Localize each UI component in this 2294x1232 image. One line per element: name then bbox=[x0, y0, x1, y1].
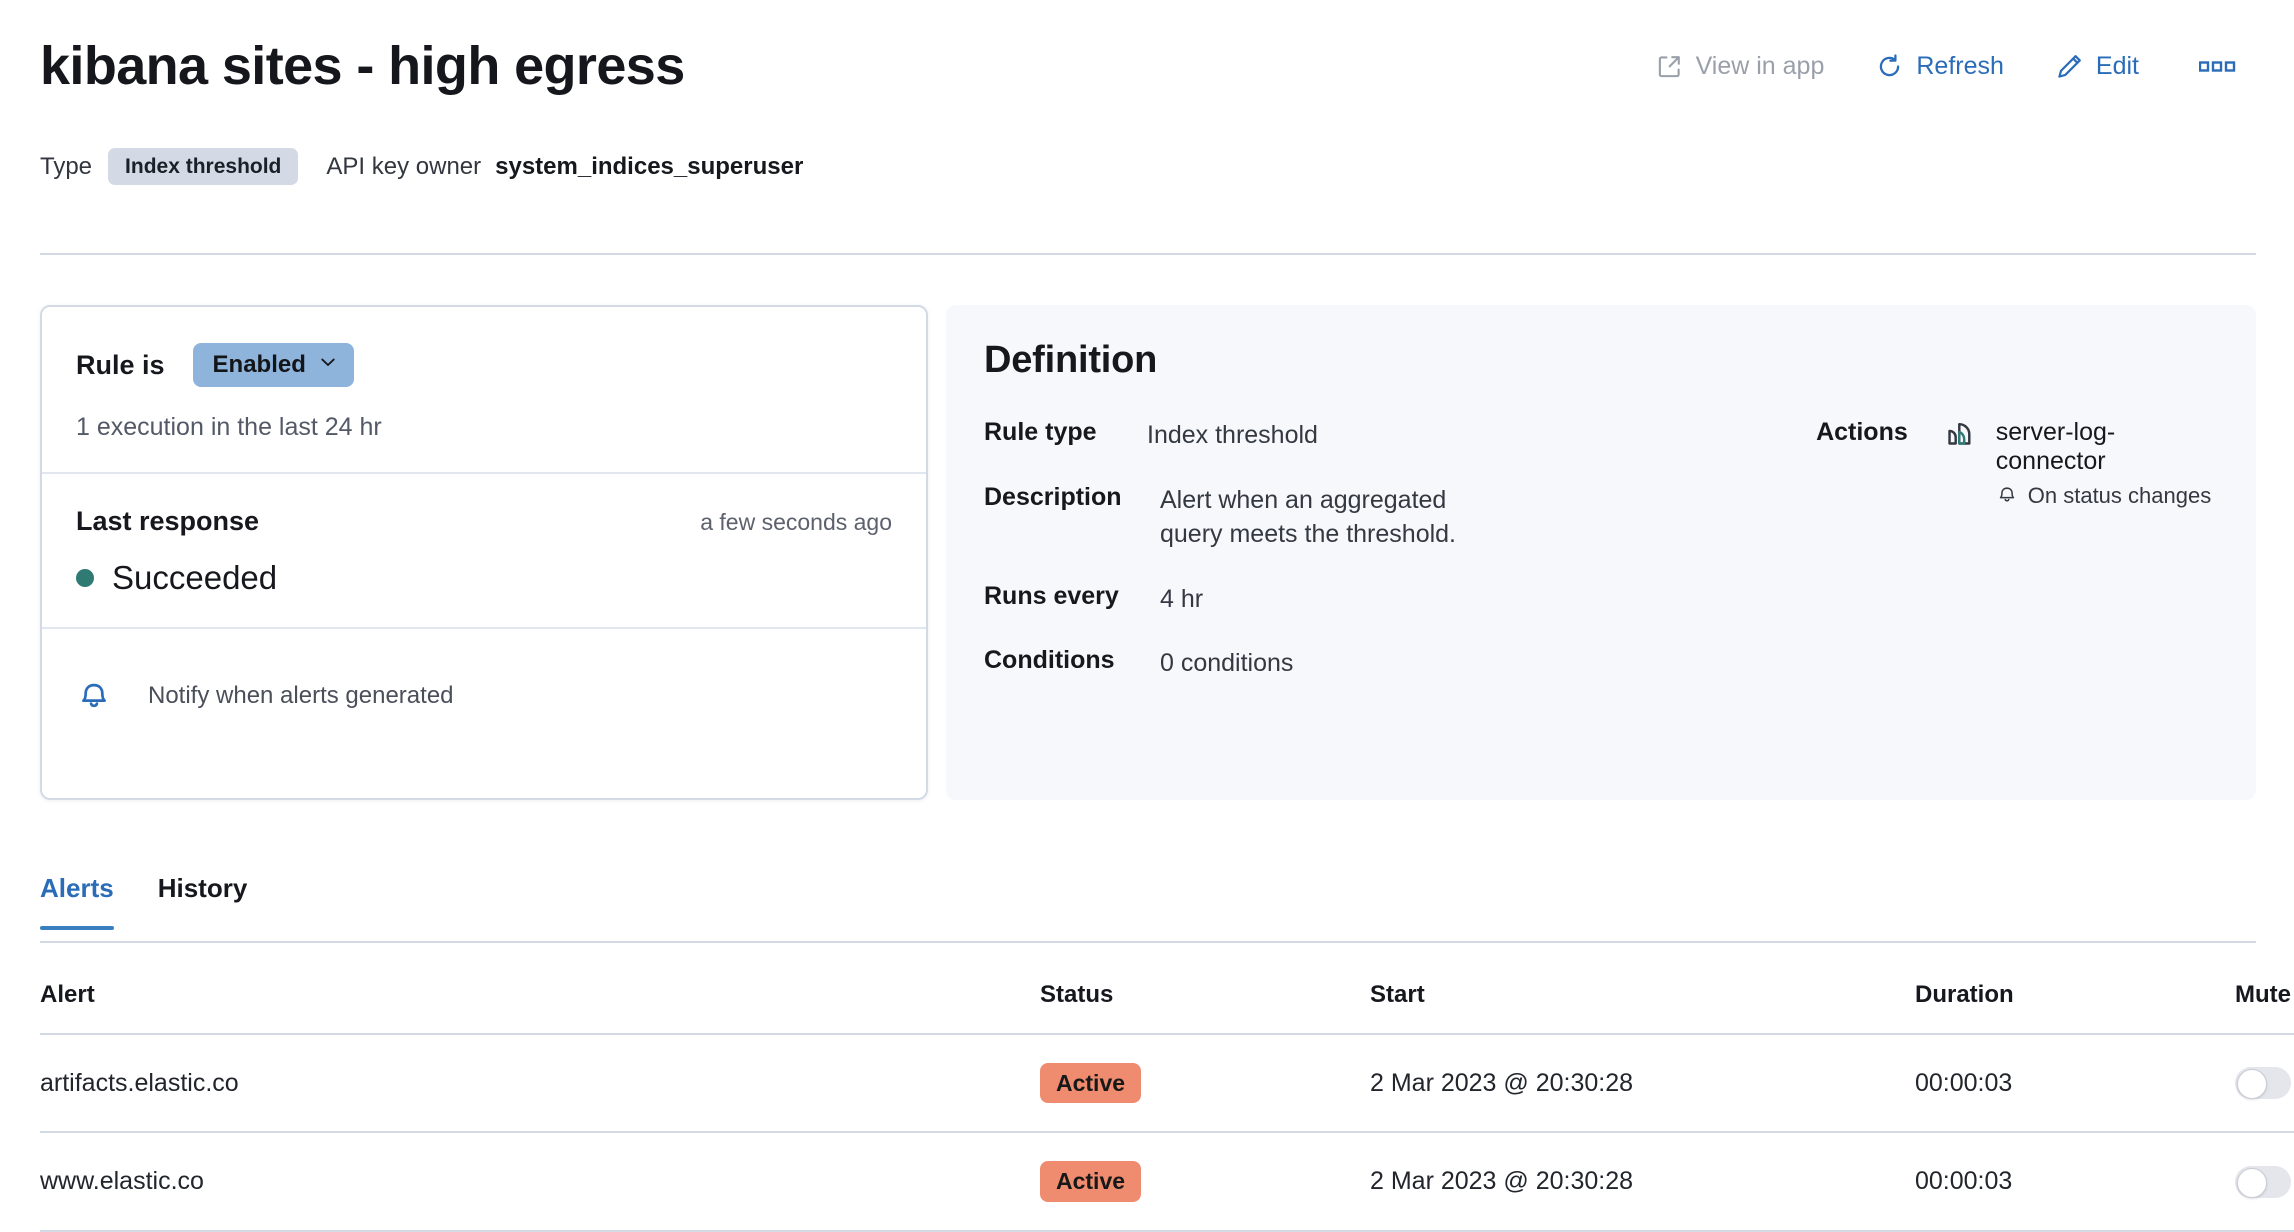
refresh-label: Refresh bbox=[1916, 52, 2004, 81]
status-badge: Active bbox=[1040, 1161, 1141, 1201]
last-response-section: Last response a few seconds ago Succeede… bbox=[42, 474, 926, 629]
definition-rows: Rule type Index threshold Description Al… bbox=[984, 418, 1780, 681]
rule-status-panel: Rule is Enabled 1 execution in the last … bbox=[40, 305, 928, 800]
definition-value: 4 hr bbox=[1147, 582, 1203, 617]
rule-enabled-dropdown[interactable]: Enabled bbox=[193, 343, 354, 387]
status-dot-icon bbox=[76, 569, 94, 587]
column-header-start[interactable]: Start bbox=[1370, 975, 1915, 1034]
pencil-icon bbox=[2056, 53, 2083, 80]
mute-toggle[interactable] bbox=[2235, 1166, 2291, 1198]
edit-button[interactable]: Edit bbox=[2030, 46, 2165, 87]
cell-status: Active bbox=[1040, 1132, 1370, 1230]
bell-small-icon bbox=[1996, 482, 2018, 510]
refresh-icon bbox=[1876, 53, 1903, 80]
table-row: www.elastic.co Active 2 Mar 2023 @ 20:30… bbox=[40, 1132, 2294, 1230]
alerts-table: Alert Status Start Duration Mute artifac… bbox=[40, 975, 2294, 1232]
chevron-down-icon bbox=[318, 351, 338, 379]
definition-key: Runs every bbox=[984, 582, 1147, 617]
column-header-alert[interactable]: Alert bbox=[40, 975, 1040, 1034]
edit-label: Edit bbox=[2096, 52, 2139, 81]
cell-mute bbox=[2165, 1132, 2294, 1230]
table-header-row: Alert Status Start Duration Mute bbox=[40, 975, 2294, 1034]
rule-enabled-value: Enabled bbox=[213, 351, 306, 379]
column-header-mute[interactable]: Mute bbox=[2165, 975, 2294, 1034]
actions-label: Actions bbox=[1816, 418, 1908, 681]
definition-row-runs-every: Runs every 4 hr bbox=[984, 582, 1780, 617]
tab-history-label: History bbox=[158, 873, 248, 903]
connector-trigger-label: On status changes bbox=[2028, 483, 2211, 509]
header-divider bbox=[40, 253, 2256, 255]
more-actions-button[interactable] bbox=[2165, 52, 2256, 80]
definition-row-conditions: Conditions 0 conditions bbox=[984, 646, 1780, 681]
tab-alerts-label: Alerts bbox=[40, 873, 114, 903]
rule-meta-row: Type Index threshold API key owner syste… bbox=[40, 148, 803, 185]
column-header-duration[interactable]: Duration bbox=[1915, 975, 2165, 1034]
cell-duration: 00:00:03 bbox=[1915, 1034, 2165, 1132]
definition-value: Index threshold bbox=[1147, 418, 1318, 453]
header-actions: View in app Refresh Ed bbox=[1630, 46, 2256, 87]
last-response-timestamp: a few seconds ago bbox=[700, 509, 892, 536]
tab-alerts[interactable]: Alerts bbox=[40, 865, 136, 928]
rule-details-page: kibana sites - high egress View in app bbox=[0, 0, 2294, 1212]
cell-start: 2 Mar 2023 @ 20:30:28 bbox=[1370, 1034, 1915, 1132]
page-title: kibana sites - high egress bbox=[40, 39, 685, 93]
connector-trigger: On status changes bbox=[1996, 482, 2218, 510]
definition-value: 0 conditions bbox=[1147, 646, 1293, 681]
execution-count-text: 1 execution in the last 24 hr bbox=[76, 413, 892, 442]
connector-name: server-log-connector bbox=[1996, 418, 2218, 476]
view-in-app-label: View in app bbox=[1696, 52, 1825, 81]
cell-mute bbox=[2165, 1034, 2294, 1132]
external-link-icon bbox=[1656, 53, 1683, 80]
last-response-status: Succeeded bbox=[112, 559, 277, 597]
summary-panels: Rule is Enabled 1 execution in the last … bbox=[40, 305, 2256, 800]
cell-duration: 00:00:03 bbox=[1915, 1132, 2165, 1230]
detail-tabs: Alerts History bbox=[40, 865, 2256, 943]
definition-title: Definition bbox=[984, 339, 2218, 382]
definition-row-description: Description Alert when an aggregated que… bbox=[984, 483, 1780, 552]
rule-type-badge: Index threshold bbox=[108, 148, 298, 185]
last-response-label: Last response bbox=[76, 506, 259, 537]
connector-logo-icon bbox=[1944, 418, 1978, 681]
definition-actions-section: Actions server-log-connector bbox=[1816, 418, 2218, 681]
cell-alert-name: www.elastic.co bbox=[40, 1132, 1040, 1230]
mute-toggle[interactable] bbox=[2235, 1067, 2291, 1099]
view-in-app-button[interactable]: View in app bbox=[1630, 46, 1851, 87]
cell-alert-name: artifacts.elastic.co bbox=[40, 1034, 1040, 1132]
cell-start: 2 Mar 2023 @ 20:30:28 bbox=[1370, 1132, 1915, 1230]
definition-key: Conditions bbox=[984, 646, 1147, 681]
notify-label: Notify when alerts generated bbox=[148, 682, 454, 710]
rule-enablement-section: Rule is Enabled 1 execution in the last … bbox=[42, 307, 926, 474]
api-key-owner-label: API key owner bbox=[326, 153, 481, 181]
page-header: kibana sites - high egress View in app bbox=[40, 28, 2256, 104]
cell-status: Active bbox=[1040, 1034, 1370, 1132]
definition-key: Description bbox=[984, 483, 1147, 552]
definition-row-rule-type: Rule type Index threshold bbox=[984, 418, 1780, 453]
notify-section: Notify when alerts generated bbox=[42, 629, 926, 762]
definition-panel: Definition Rule type Index threshold Des… bbox=[946, 305, 2256, 800]
boxes-horizontal-icon bbox=[2199, 58, 2237, 74]
type-label: Type bbox=[40, 153, 92, 181]
table-row: artifacts.elastic.co Active 2 Mar 2023 @… bbox=[40, 1034, 2294, 1132]
rule-is-label: Rule is bbox=[76, 350, 165, 381]
tab-history[interactable]: History bbox=[136, 865, 270, 928]
refresh-button[interactable]: Refresh bbox=[1850, 46, 2030, 87]
status-badge: Active bbox=[1040, 1063, 1141, 1103]
column-header-status[interactable]: Status bbox=[1040, 975, 1370, 1034]
definition-value: Alert when an aggregated query meets the… bbox=[1147, 483, 1477, 552]
api-key-owner-value: system_indices_superuser bbox=[495, 153, 803, 181]
definition-key: Rule type bbox=[984, 418, 1147, 453]
bell-icon bbox=[76, 675, 112, 716]
